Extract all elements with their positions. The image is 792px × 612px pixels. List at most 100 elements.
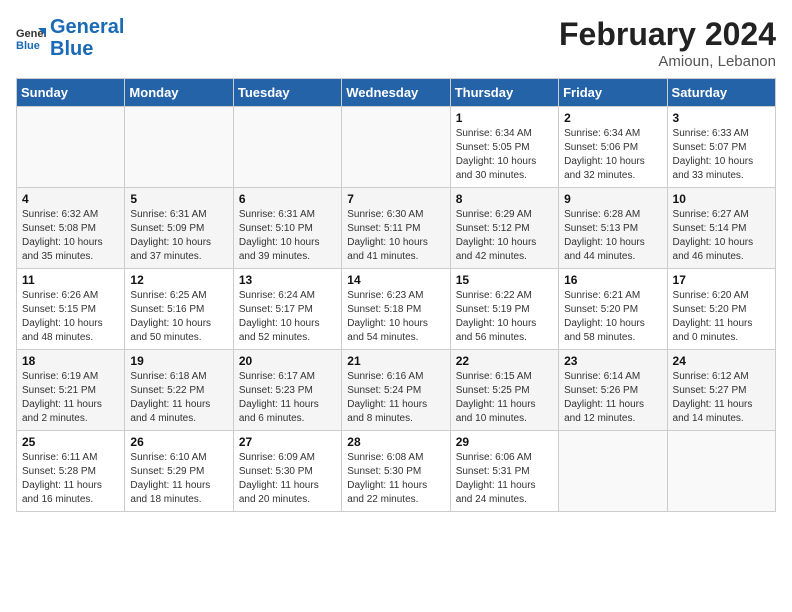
col-header-monday: Monday [125,79,233,107]
calendar-table: SundayMondayTuesdayWednesdayThursdayFrid… [16,78,776,512]
calendar-cell: 15Sunrise: 6:22 AM Sunset: 5:19 PM Dayli… [450,269,558,350]
day-number: 25 [22,435,119,449]
day-number: 3 [673,111,770,125]
day-number: 10 [673,192,770,206]
calendar-cell: 21 Sunrise: 6:16 AM Sunset: 5:24 PM Dayli… [342,350,450,431]
day-number: 23 [564,354,661,368]
day-info: Sunrise: 6:31 AM Sunset: 5:09 PM Dayligh… [130,208,227,264]
day-number: 28 [347,435,444,449]
day-info: Sunrise: 6:09 AM Sunset: 5:30 PM Dayligh… [239,451,336,507]
day-info: Sunrise: 6:24 AM Sunset: 5:17 PM Dayligh… [239,289,336,345]
day-number: 15 [456,273,553,287]
calendar-cell: 7Sunrise: 6:30 AM Sunset: 5:11 PM Daylig… [342,188,450,269]
week-row-4: 25 Sunrise: 6:11 AM Sunset: 5:28 PM Dayli… [17,431,776,512]
day-number: 9 [564,192,661,206]
page-subtitle: Amioun, Lebanon [559,53,776,70]
day-info: Sunrise: 6:11 AM Sunset: 5:28 PM Dayligh… [22,451,119,507]
day-info: Sunrise: 6:19 AM Sunset: 5:21 PM Dayligh… [22,370,119,426]
calendar-cell: 5 Sunrise: 6:31 AM Sunset: 5:09 PM Daylig… [125,188,233,269]
day-number: 21 [347,354,444,368]
day-info: Sunrise: 6:20 AM Sunset: 5:20 PM Dayligh… [673,289,770,345]
calendar-cell: 2Sunrise: 6:34 AM Sunset: 5:06 PM Daylig… [559,107,667,188]
day-info: Sunrise: 6:33 AM Sunset: 5:07 PM Dayligh… [673,127,770,183]
day-info: Sunrise: 6:18 AM Sunset: 5:22 PM Dayligh… [130,370,227,426]
day-info: Sunrise: 6:06 AM Sunset: 5:31 PM Dayligh… [456,451,553,507]
week-row-3: 18Sunrise: 6:19 AM Sunset: 5:21 PM Dayli… [17,350,776,431]
day-info: Sunrise: 6:31 AM Sunset: 5:10 PM Dayligh… [239,208,336,264]
day-number: 27 [239,435,336,449]
calendar-cell [125,107,233,188]
calendar-cell: 11 Sunrise: 6:26 AM Sunset: 5:15 PM Dayli… [17,269,125,350]
header-row: SundayMondayTuesdayWednesdayThursdayFrid… [17,79,776,107]
calendar-cell: 22 Sunrise: 6:15 AM Sunset: 5:25 PM Dayli… [450,350,558,431]
day-number: 19 [130,354,227,368]
calendar-cell: 8 Sunrise: 6:29 AM Sunset: 5:12 PM Daylig… [450,188,558,269]
day-number: 22 [456,354,553,368]
week-row-1: 4 Sunrise: 6:32 AM Sunset: 5:08 PM Daylig… [17,188,776,269]
calendar-cell [559,431,667,512]
day-number: 11 [22,273,119,287]
calendar-cell: 3 Sunrise: 6:33 AM Sunset: 5:07 PM Daylig… [667,107,775,188]
calendar-cell: 1Sunrise: 6:34 AM Sunset: 5:05 PM Daylig… [450,107,558,188]
calendar-cell: 10 Sunrise: 6:27 AM Sunset: 5:14 PM Dayli… [667,188,775,269]
day-info: Sunrise: 6:28 AM Sunset: 5:13 PM Dayligh… [564,208,661,264]
day-number: 29 [456,435,553,449]
week-row-0: 1Sunrise: 6:34 AM Sunset: 5:05 PM Daylig… [17,107,776,188]
calendar-cell: 19 Sunrise: 6:18 AM Sunset: 5:22 PM Dayli… [125,350,233,431]
col-header-sunday: Sunday [17,79,125,107]
calendar-cell: 16Sunrise: 6:21 AM Sunset: 5:20 PM Dayli… [559,269,667,350]
page-title: February 2024 [559,16,776,53]
logo-icon: General Blue [16,23,46,53]
logo: General Blue GeneralBlue [16,16,124,60]
col-header-wednesday: Wednesday [342,79,450,107]
calendar-cell: 28 Sunrise: 6:08 AM Sunset: 5:30 PM Dayli… [342,431,450,512]
calendar-cell: 26 Sunrise: 6:10 AM Sunset: 5:29 PM Dayli… [125,431,233,512]
calendar-cell [233,107,341,188]
calendar-cell: 25 Sunrise: 6:11 AM Sunset: 5:28 PM Dayli… [17,431,125,512]
day-number: 6 [239,192,336,206]
day-info: Sunrise: 6:16 AM Sunset: 5:24 PM Dayligh… [347,370,444,426]
day-number: 24 [673,354,770,368]
day-info: Sunrise: 6:12 AM Sunset: 5:27 PM Dayligh… [673,370,770,426]
day-number: 1 [456,111,553,125]
day-info: Sunrise: 6:29 AM Sunset: 5:12 PM Dayligh… [456,208,553,264]
calendar-cell: 29 Sunrise: 6:06 AM Sunset: 5:31 PM Dayli… [450,431,558,512]
day-info: Sunrise: 6:08 AM Sunset: 5:30 PM Dayligh… [347,451,444,507]
col-header-saturday: Saturday [667,79,775,107]
calendar-cell: 4 Sunrise: 6:32 AM Sunset: 5:08 PM Daylig… [17,188,125,269]
day-number: 8 [456,192,553,206]
day-info: Sunrise: 6:26 AM Sunset: 5:15 PM Dayligh… [22,289,119,345]
calendar-cell: 17 Sunrise: 6:20 AM Sunset: 5:20 PM Dayli… [667,269,775,350]
day-number: 13 [239,273,336,287]
day-info: Sunrise: 6:25 AM Sunset: 5:16 PM Dayligh… [130,289,227,345]
header: General Blue GeneralBlue February 2024 A… [16,16,776,70]
day-info: Sunrise: 6:27 AM Sunset: 5:14 PM Dayligh… [673,208,770,264]
col-header-thursday: Thursday [450,79,558,107]
day-number: 17 [673,273,770,287]
day-info: Sunrise: 6:32 AM Sunset: 5:08 PM Dayligh… [22,208,119,264]
day-number: 4 [22,192,119,206]
day-info: Sunrise: 6:23 AM Sunset: 5:18 PM Dayligh… [347,289,444,345]
day-info: Sunrise: 6:30 AM Sunset: 5:11 PM Dayligh… [347,208,444,264]
day-number: 26 [130,435,227,449]
day-number: 20 [239,354,336,368]
day-number: 12 [130,273,227,287]
calendar-cell: 9 Sunrise: 6:28 AM Sunset: 5:13 PM Daylig… [559,188,667,269]
day-info: Sunrise: 6:17 AM Sunset: 5:23 PM Dayligh… [239,370,336,426]
day-info: Sunrise: 6:10 AM Sunset: 5:29 PM Dayligh… [130,451,227,507]
title-area: February 2024 Amioun, Lebanon [559,16,776,70]
day-number: 5 [130,192,227,206]
day-info: Sunrise: 6:14 AM Sunset: 5:26 PM Dayligh… [564,370,661,426]
day-info: Sunrise: 6:15 AM Sunset: 5:25 PM Dayligh… [456,370,553,426]
calendar-cell: 20 Sunrise: 6:17 AM Sunset: 5:23 PM Dayli… [233,350,341,431]
col-header-tuesday: Tuesday [233,79,341,107]
calendar-cell [667,431,775,512]
calendar-cell: 27 Sunrise: 6:09 AM Sunset: 5:30 PM Dayli… [233,431,341,512]
day-info: Sunrise: 6:34 AM Sunset: 5:06 PM Dayligh… [564,127,661,183]
day-number: 14 [347,273,444,287]
calendar-cell: 14 Sunrise: 6:23 AM Sunset: 5:18 PM Dayli… [342,269,450,350]
calendar-cell: 12 Sunrise: 6:25 AM Sunset: 5:16 PM Dayli… [125,269,233,350]
day-number: 16 [564,273,661,287]
col-header-friday: Friday [559,79,667,107]
calendar-cell: 6 Sunrise: 6:31 AM Sunset: 5:10 PM Daylig… [233,188,341,269]
